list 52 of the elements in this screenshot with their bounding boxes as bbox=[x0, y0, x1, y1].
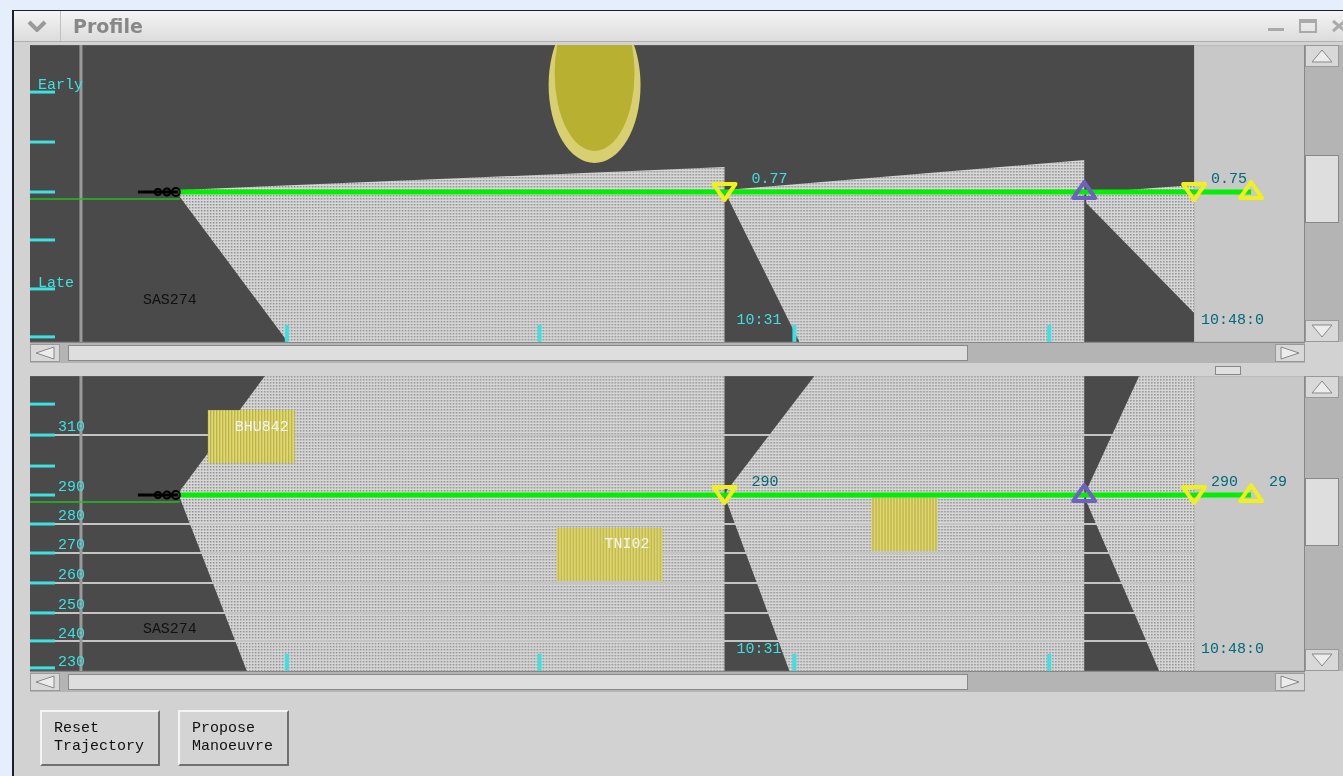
scroll-up-button[interactable] bbox=[1305, 45, 1340, 67]
time-label: 10:31 bbox=[736, 640, 782, 657]
down-triangle-marker bbox=[1181, 182, 1208, 202]
scroll-left-button[interactable] bbox=[30, 344, 60, 362]
down-triangle-marker bbox=[711, 485, 738, 505]
scroll-up-button[interactable] bbox=[1305, 376, 1340, 398]
aircraft-icon bbox=[137, 490, 181, 500]
action-button[interactable]: Propose Manoeuvre bbox=[178, 710, 290, 766]
down-triangle-marker bbox=[711, 182, 738, 202]
scrollbar-thumb[interactable] bbox=[68, 345, 968, 361]
axis-label: 250 bbox=[58, 596, 85, 613]
flight-label: SAS274 bbox=[142, 620, 197, 637]
traffic-label: BHU842 bbox=[234, 419, 289, 436]
traffic-label: TNI02 bbox=[604, 536, 650, 552]
flight-label: SAS274 bbox=[142, 291, 197, 308]
scroll-down-button[interactable] bbox=[1305, 320, 1340, 342]
close-icon[interactable] bbox=[1331, 19, 1343, 33]
axis-label: Early bbox=[38, 77, 83, 94]
value-label: 290 bbox=[1211, 474, 1239, 491]
axis-label: 230 bbox=[58, 653, 85, 670]
axis-label: Late bbox=[38, 274, 74, 291]
maximize-icon[interactable] bbox=[1299, 19, 1317, 33]
axis-label: 280 bbox=[58, 508, 85, 524]
down-triangle-marker bbox=[1181, 485, 1208, 505]
time-label: 10:48:0 bbox=[1201, 640, 1264, 657]
axis-label: 290 bbox=[58, 479, 85, 495]
axis-label: 270 bbox=[58, 537, 85, 553]
value-label: 290 bbox=[751, 474, 779, 491]
action-button[interactable]: Reset Trajectory bbox=[40, 710, 160, 766]
scroll-right-button[interactable] bbox=[1275, 344, 1305, 362]
value-label: 0.77 bbox=[751, 171, 788, 187]
traffic-block bbox=[871, 498, 938, 551]
scroll-right-button[interactable] bbox=[1275, 673, 1305, 691]
axis-label: 260 bbox=[58, 566, 85, 583]
scrollbar-thumb[interactable] bbox=[68, 674, 968, 690]
axis-label: 310 bbox=[58, 419, 85, 436]
value-label: 0.75 bbox=[1211, 171, 1248, 187]
chevron-down-icon[interactable] bbox=[27, 20, 47, 32]
scroll-down-button[interactable] bbox=[1305, 649, 1340, 671]
window-title: Profile bbox=[72, 15, 144, 37]
pane-splitter-handle[interactable] bbox=[1215, 366, 1241, 375]
up-triangle-marker bbox=[1071, 180, 1098, 200]
time-label: 10:48:0 bbox=[1201, 311, 1264, 328]
time-label: 10:31 bbox=[736, 311, 782, 328]
scrollbar-thumb[interactable] bbox=[1305, 478, 1340, 546]
up-triangle-marker bbox=[1071, 483, 1098, 503]
up-triangle-marker bbox=[1238, 483, 1265, 503]
aircraft-icon bbox=[137, 187, 181, 197]
value-label: 29 bbox=[1269, 474, 1288, 491]
axis-label: 240 bbox=[58, 625, 85, 642]
scroll-left-button[interactable] bbox=[30, 673, 60, 691]
scrollbar-thumb[interactable] bbox=[1305, 155, 1340, 223]
